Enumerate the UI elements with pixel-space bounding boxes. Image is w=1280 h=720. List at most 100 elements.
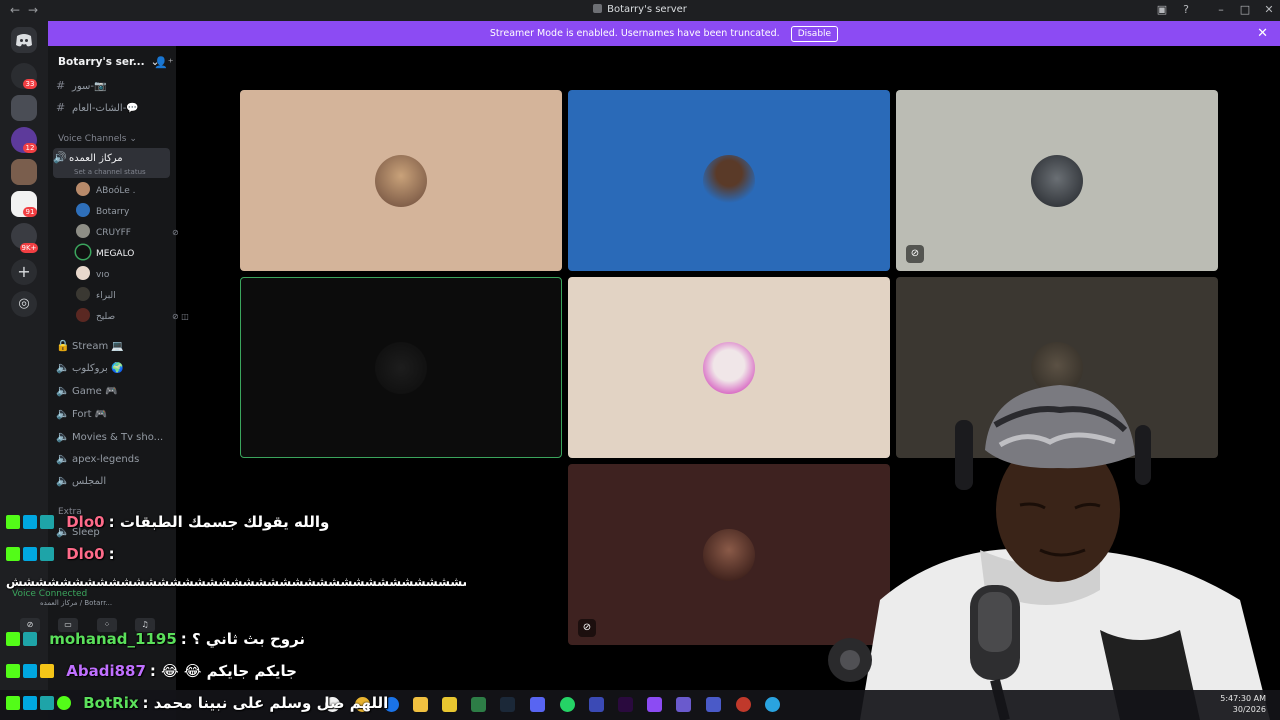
channel-label: apex-legends bbox=[72, 454, 140, 465]
voice-member[interactable]: صليح ⊘ ◫ bbox=[76, 308, 189, 326]
help-icon[interactable]: ? bbox=[1178, 3, 1194, 16]
app-icon[interactable] bbox=[589, 697, 604, 712]
lock-speaker-icon: 🔒 bbox=[56, 339, 70, 352]
voice-channel-active[interactable]: 🔊 مركاز العمده Set a channel status bbox=[53, 148, 170, 178]
app-icon[interactable] bbox=[736, 697, 751, 712]
chat-username: Dlo0 bbox=[66, 545, 105, 563]
voice-channel[interactable]: 🔈 المجلس bbox=[56, 471, 170, 491]
channel-label: Movies & Tv sho... bbox=[72, 432, 164, 443]
voice-channel[interactable]: 🔈 Game 🎮 bbox=[56, 381, 170, 401]
close-banner-icon[interactable]: ✕ bbox=[1257, 21, 1268, 46]
badge-server-2: 12 bbox=[23, 143, 37, 153]
app-icon[interactable] bbox=[676, 697, 691, 712]
voice-channel[interactable]: 🔒 Stream 💻 bbox=[56, 336, 170, 356]
channel-label: سور-📷 bbox=[72, 81, 107, 92]
avatar bbox=[76, 266, 90, 280]
chat-message: Dlo0: bbox=[6, 545, 115, 565]
add-server-icon[interactable]: + bbox=[11, 259, 37, 285]
voice-member[interactable]: CRUYFF ⊘ bbox=[76, 224, 179, 242]
voice-channel[interactable]: 🔈 بروكلوب 🌍 bbox=[56, 358, 170, 378]
voice-member[interactable]: Botarry bbox=[76, 203, 129, 221]
channel-status[interactable]: Set a channel status bbox=[74, 162, 146, 178]
chat-username: Abadi887 bbox=[66, 662, 146, 680]
voice-channel[interactable]: 🔈 apex-legends bbox=[56, 449, 170, 469]
channel-label: بروكلوب 🌍 bbox=[72, 363, 124, 374]
chat-text: 😂 😂 جايكم جايكم bbox=[161, 662, 297, 680]
inbox-icon[interactable]: ▣ bbox=[1154, 3, 1170, 16]
kick-badge-icon bbox=[6, 664, 20, 678]
minimize-icon[interactable]: – bbox=[1213, 3, 1229, 16]
discord-home-icon[interactable] bbox=[11, 27, 37, 53]
member-name: MEGALO bbox=[96, 249, 135, 259]
chat-username: Dlo0 bbox=[66, 513, 105, 531]
voice-member[interactable]: ABoóLe . bbox=[76, 182, 135, 200]
voice-member[interactable]: البراء bbox=[76, 287, 116, 305]
explore-servers-icon[interactable]: ◎ bbox=[11, 291, 37, 317]
voice-member[interactable]: vıo bbox=[76, 266, 109, 284]
disable-streamer-mode-button[interactable]: Disable bbox=[790, 26, 839, 42]
app-icon[interactable] bbox=[647, 697, 662, 712]
telegram-icon[interactable] bbox=[765, 697, 780, 712]
avatar bbox=[375, 341, 427, 394]
muted-mic-icon: ⊘ bbox=[906, 245, 924, 263]
subscriber-badge-icon bbox=[23, 515, 37, 529]
window-title-text: Botarry's server bbox=[607, 4, 687, 15]
supporter-badge-icon bbox=[40, 547, 54, 561]
video-tile[interactable]: ⊘ bbox=[896, 90, 1218, 271]
server-name[interactable]: Botarry's ser... ⌄ bbox=[58, 56, 159, 68]
video-tile[interactable] bbox=[240, 90, 562, 271]
close-window-icon[interactable]: ✕ bbox=[1261, 3, 1277, 16]
speaker-icon: 🔊 bbox=[53, 151, 67, 164]
premiere-icon[interactable] bbox=[618, 697, 633, 712]
server-icon bbox=[593, 4, 603, 13]
supporter-badge-icon bbox=[23, 632, 37, 646]
streamer-webcam bbox=[800, 330, 1280, 720]
voice-category[interactable]: Voice Channels ⌄ bbox=[58, 134, 137, 144]
streamer-mode-text: Streamer Mode is enabled. Usernames have… bbox=[489, 28, 780, 39]
chat-message: شششششششششششششششششششششششششششششششششششششششش… bbox=[6, 575, 466, 595]
invite-people-icon[interactable]: 👤⁺ bbox=[154, 56, 174, 69]
video-tile-speaking[interactable] bbox=[240, 277, 562, 458]
chat-message: BotRix: اللهم صل وسلم على نبينا محمد bbox=[6, 694, 388, 714]
file-explorer-icon[interactable] bbox=[413, 697, 428, 712]
crown-badge-icon bbox=[40, 664, 54, 678]
avatar bbox=[76, 224, 90, 238]
speaker-icon: 🔈 bbox=[56, 452, 70, 465]
chat-username: BotRix bbox=[83, 694, 139, 712]
avatar bbox=[703, 528, 755, 581]
speaker-icon: 🔈 bbox=[56, 361, 70, 374]
notes-icon[interactable] bbox=[442, 697, 457, 712]
system-clock[interactable]: 5:47:30 AM 30/2026 bbox=[1220, 693, 1266, 715]
channel-label: Fort 🎮 bbox=[72, 409, 108, 420]
voice-channel[interactable]: 🔈 Movies & Tv sho... bbox=[56, 427, 170, 447]
speaker-icon: 🔈 bbox=[56, 384, 70, 397]
video-tile[interactable] bbox=[568, 90, 890, 271]
voice-member[interactable]: MEGALO bbox=[76, 245, 134, 263]
edge-icon[interactable] bbox=[560, 697, 575, 712]
avatar bbox=[375, 154, 427, 207]
supporter-badge-icon bbox=[40, 515, 54, 529]
discord-taskbar-icon[interactable] bbox=[530, 697, 545, 712]
text-channel-1[interactable]: # سور-📷 bbox=[56, 76, 170, 96]
maximize-icon[interactable]: □ bbox=[1237, 3, 1253, 16]
channel-label: المجلس bbox=[72, 476, 107, 487]
text-channel-2[interactable]: # الشات-العام-💬 bbox=[56, 98, 170, 118]
excel-icon[interactable] bbox=[471, 697, 486, 712]
voice-channel[interactable]: 🔈 Fort 🎮 bbox=[56, 404, 170, 424]
kick-badge-icon bbox=[6, 696, 20, 710]
member-name: CRUYFF bbox=[96, 228, 131, 238]
kick-badge-icon bbox=[6, 515, 20, 529]
server-icon-active[interactable] bbox=[11, 95, 37, 121]
clock-date: 30/2026 bbox=[1232, 705, 1266, 714]
server-icon-3[interactable] bbox=[11, 159, 37, 185]
speaker-icon: 🔈 bbox=[56, 474, 70, 487]
member-name: البراء bbox=[96, 291, 116, 301]
voice-location[interactable]: مركاز العمده / Botarr... bbox=[40, 599, 112, 607]
badge-server-1: 33 bbox=[23, 79, 37, 89]
avatar bbox=[76, 308, 90, 322]
avatar bbox=[76, 287, 90, 301]
clock-time: 5:47:30 AM bbox=[1220, 694, 1266, 703]
subscriber-badge-icon bbox=[23, 696, 37, 710]
teams-icon[interactable] bbox=[706, 697, 721, 712]
steam-icon[interactable] bbox=[500, 697, 515, 712]
